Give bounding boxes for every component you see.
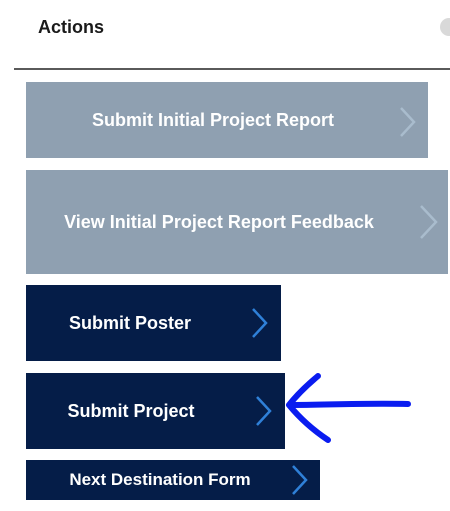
chevron-right-icon [420,205,438,239]
next-destination-form-button[interactable]: Next Destination Form [26,460,320,500]
view-initial-project-report-feedback-button[interactable]: View Initial Project Report Feedback [26,170,448,274]
submit-poster-button[interactable]: Submit Poster [26,285,281,361]
submit-initial-project-report-button[interactable]: Submit Initial Project Report [26,82,428,158]
chevron-right-icon [292,465,308,495]
header-divider [14,68,450,70]
collapse-toggle-icon[interactable] [440,18,450,36]
submit-project-button[interactable]: Submit Project [26,373,285,449]
button-label: Next Destination Form [69,470,251,490]
button-label: Submit Poster [68,312,192,333]
button-label: Submit Initial Project Report [91,109,335,130]
chevron-right-icon [256,396,272,426]
button-label: Submit Project [67,400,195,421]
button-label: View Initial Project Report Feedback [64,211,374,232]
hand-drawn-arrow-icon [286,373,411,443]
chevron-right-icon [400,107,416,137]
panel-title: Actions [38,17,105,37]
chevron-right-icon [252,308,268,338]
